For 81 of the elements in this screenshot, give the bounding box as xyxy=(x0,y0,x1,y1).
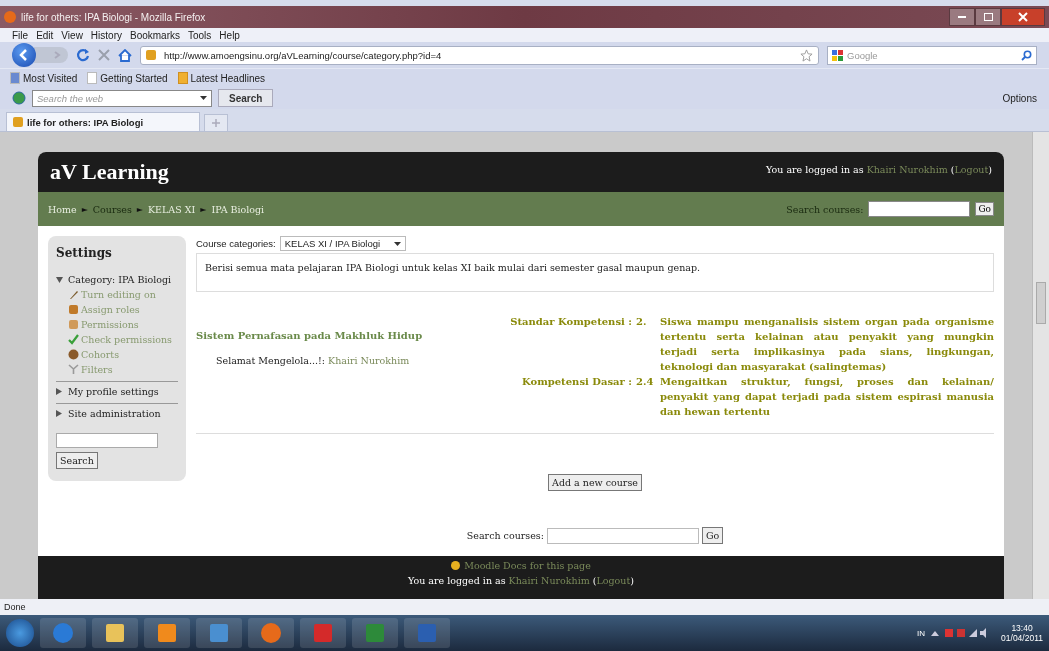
status-text: Done xyxy=(4,602,26,612)
search-icon[interactable] xyxy=(1021,49,1032,61)
reload-icon[interactable] xyxy=(76,48,90,62)
go-button[interactable]: Go xyxy=(701,527,724,544)
category-description: Berisi semua mata pelajaran IPA Biologi untuk kelas XI baik mulai dari semester gasal maupun genap. xyxy=(205,262,701,273)
logout-link[interactable]: Logout xyxy=(596,575,631,586)
search-button[interactable]: Search xyxy=(56,452,98,469)
breadcrumb-link[interactable]: IPA Biologi xyxy=(211,203,265,215)
address-field[interactable]: http://www.amoengsinu.org/aVLearning/course/category.php?id=4 xyxy=(140,45,819,65)
maximize-button[interactable] xyxy=(975,8,1001,26)
search-courses-field[interactable] xyxy=(868,201,971,217)
competence-number: 2. xyxy=(636,315,648,329)
close-icon xyxy=(1018,12,1028,22)
stop-icon[interactable] xyxy=(98,49,110,61)
dropdown-caret-icon[interactable] xyxy=(200,96,207,100)
collapsed-icon xyxy=(56,410,62,417)
search-field[interactable] xyxy=(56,433,158,448)
search-courses-field[interactable] xyxy=(546,527,699,544)
menu-item[interactable]: History xyxy=(90,29,122,41)
separator-arrow: ► xyxy=(200,204,207,214)
course-link[interactable]: Sistem Pernafasan pada Makhluk Hidup xyxy=(196,330,496,341)
site-icon xyxy=(146,50,156,60)
competence-number: 2.4 xyxy=(636,375,655,389)
competence-text: Siswa mampu menganalisis sistem organ pada organisme tertentu serta kelainan atau penyakit yang mungkin terjadi serta implikasinya pada sians, lingkungan, teknologi dan masyarakat (salingtemas) xyxy=(660,315,994,374)
user-link[interactable]: Khairi Nurokhim xyxy=(866,164,948,175)
teacher-link[interactable]: Khairi Nurokhim xyxy=(328,355,410,366)
breadcrumb-link[interactable]: KELAS XI xyxy=(148,203,196,215)
forward-button[interactable] xyxy=(34,47,68,63)
tray-icons-drawing[interactable] xyxy=(931,628,988,638)
menu-item[interactable]: Bookmarks xyxy=(130,29,180,41)
logout-link[interactable]: Logout xyxy=(954,164,989,175)
star-icon[interactable] xyxy=(800,48,813,62)
docs-link[interactable]: Moodle Docs for this page xyxy=(464,560,591,571)
login-info: You are logged in as Khairi Nurokhim (Logout) xyxy=(766,164,992,175)
menu-item[interactable]: Edit xyxy=(36,29,54,41)
minimize-button[interactable] xyxy=(949,8,975,26)
category-dropdown[interactable]: KELAS XI / IPA Biologi xyxy=(279,236,407,251)
menu-item[interactable]: View xyxy=(61,29,83,41)
panel-title: Settings xyxy=(56,246,113,260)
window-title: life for others: IPA Biologi - Mozilla Firefox xyxy=(21,11,206,23)
search-engine-icon xyxy=(832,49,843,61)
tree-item[interactable]: Category: IPA Biologi xyxy=(56,274,178,285)
search-label: Search courses: xyxy=(466,530,544,541)
search-button[interactable]: Search xyxy=(218,89,274,107)
collapsed-icon xyxy=(56,388,62,395)
site-title: aV Learning xyxy=(50,159,169,185)
bookmark-link[interactable]: Latest Headlines xyxy=(177,72,266,84)
separator-arrow: ► xyxy=(81,204,88,214)
check-icon xyxy=(68,334,79,345)
breadcrumb-link[interactable]: Home xyxy=(48,203,77,215)
clock[interactable]: 13:40 01/04/2011 xyxy=(1001,623,1043,643)
scrollbar[interactable] xyxy=(1032,132,1049,599)
home-icon[interactable] xyxy=(118,48,132,62)
bookmark-link[interactable]: Most Visited xyxy=(10,72,78,84)
close-button[interactable] xyxy=(1001,8,1045,26)
edit-icon xyxy=(68,289,79,300)
language-indicator[interactable]: IN xyxy=(917,628,926,638)
tree-item[interactable]: My profile settings xyxy=(56,386,178,397)
expanded-icon xyxy=(56,276,63,283)
options-button[interactable]: Options xyxy=(1002,92,1037,104)
competence-label: Kompetensi Dasar : xyxy=(521,375,633,389)
menu-item[interactable]: File xyxy=(12,29,29,41)
user-link[interactable]: Khairi Nurokhim xyxy=(508,575,590,586)
menu-item[interactable]: Tools xyxy=(188,29,212,41)
browser-tab[interactable]: life for others: IPA Biologi xyxy=(6,112,200,131)
menu-item[interactable]: Help xyxy=(219,29,240,41)
tree-item[interactable]: Site administration xyxy=(56,408,178,419)
login-info: You are logged in as Khairi Nurokhim (Logout) xyxy=(408,575,634,586)
bookmark-link[interactable]: Getting Started xyxy=(87,72,168,84)
dropdown-caret-icon xyxy=(394,241,402,246)
teacher-info: Selamat Mengelola...!: Khairi Nurokhim xyxy=(215,355,411,366)
plus-icon xyxy=(212,119,220,127)
category-label: Course categories: xyxy=(196,238,276,249)
separator-arrow: ► xyxy=(136,204,143,214)
add-course-button[interactable]: Add a new course xyxy=(548,474,642,491)
search-label: Search courses: xyxy=(786,203,864,215)
start-button[interactable] xyxy=(6,619,34,647)
competence-text: Mengaitkan struktur, fungsi, proses dan kelainan/ penyakit yang dapat terjadi pada sistem espirasi manusia dan hewan tertentu xyxy=(660,375,994,419)
go-button[interactable]: Go xyxy=(975,202,994,216)
competence-label: Standar Kompetensi : xyxy=(509,315,633,329)
back-button[interactable] xyxy=(12,43,36,67)
